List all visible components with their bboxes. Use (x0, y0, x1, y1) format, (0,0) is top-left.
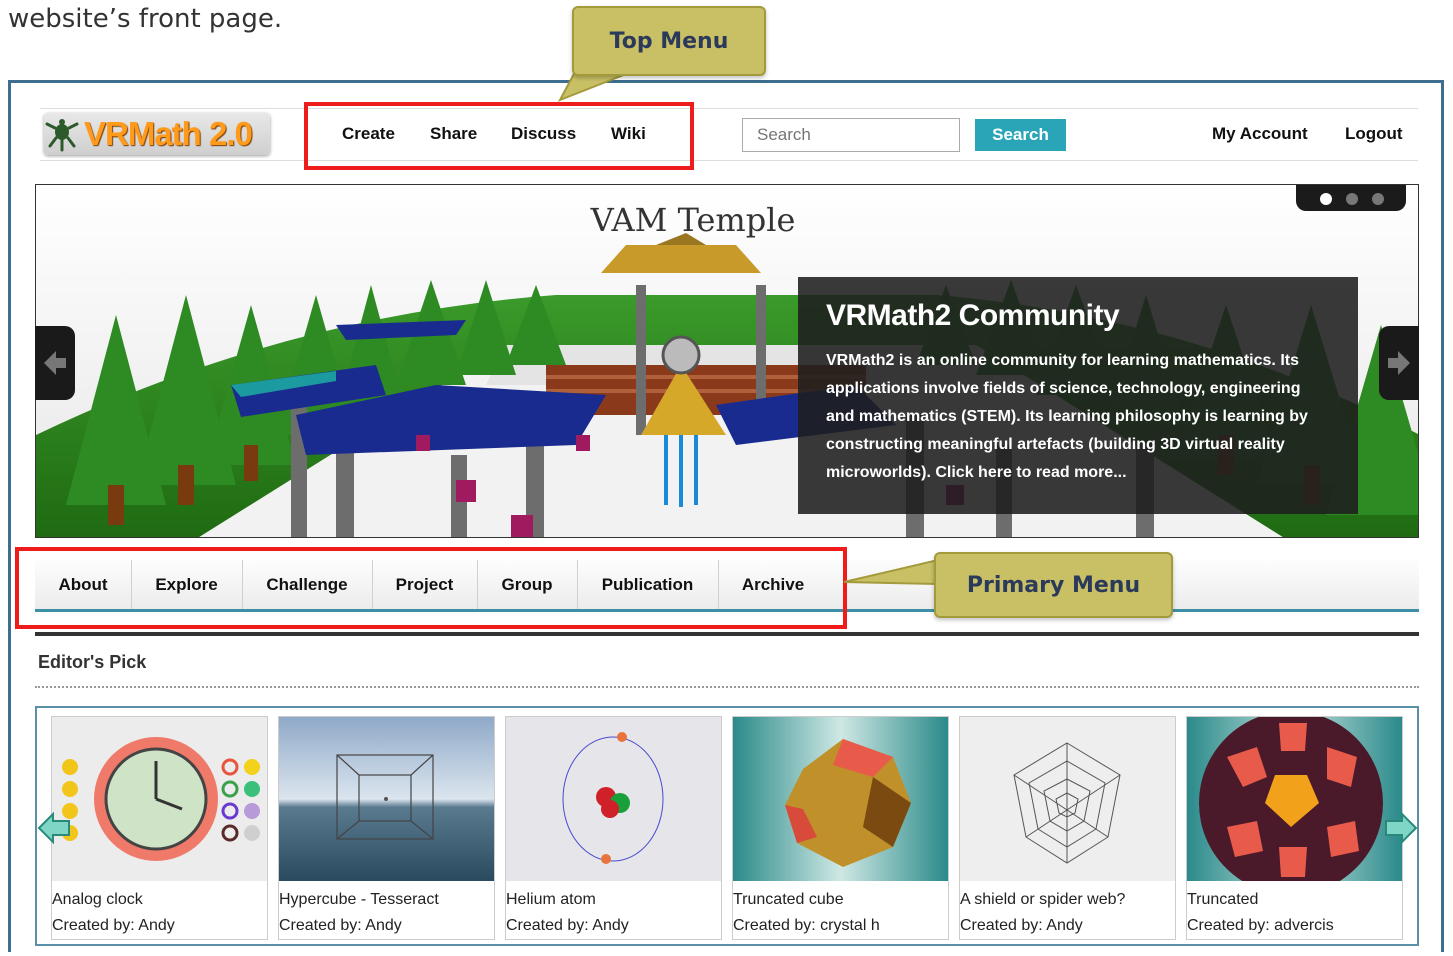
slider-dot-2[interactable] (1346, 193, 1358, 205)
logout-link[interactable]: Logout (1345, 124, 1403, 144)
section-divider (35, 632, 1419, 636)
primary-menu-callout: Primary Menu (934, 552, 1173, 618)
dotted-divider (35, 686, 1419, 688)
top-menu-highlight (304, 102, 694, 170)
hypercube-thumbnail (279, 717, 494, 881)
truncated-thumbnail (1187, 717, 1402, 881)
slider-next-button[interactable] (1379, 326, 1419, 400)
primary-menu-callout-pointer (843, 558, 939, 586)
top-menu-callout: Top Menu (572, 6, 766, 76)
helium-atom-thumbnail (506, 717, 721, 881)
search-button[interactable]: Search (975, 119, 1066, 151)
pick-card-spider-web[interactable]: A shield or spider web? Created by: Andy (959, 716, 1176, 940)
pick-card-analog-clock[interactable]: Analog clock Created by: Andy (51, 716, 268, 940)
card-author: Created by: Andy (960, 917, 1083, 934)
card-title: Analog clock (52, 891, 143, 908)
site-logo[interactable]: VRMath 2.0 (44, 113, 270, 155)
intro-text: website’s front page. (8, 4, 283, 34)
card-title: Hypercube - Tesseract (279, 891, 439, 908)
card-author: Created by: Andy (279, 917, 402, 934)
search-input[interactable] (742, 118, 960, 152)
slider-dot-3[interactable] (1372, 193, 1384, 205)
card-title: Helium atom (506, 891, 596, 908)
card-author: Created by: crystal h (733, 917, 880, 934)
arrow-left-icon (44, 351, 66, 375)
picks-prev-arrow-icon[interactable] (37, 810, 73, 846)
turtle-icon (45, 119, 79, 152)
card-author: Created by: Andy (52, 917, 175, 934)
pick-card-hypercube[interactable]: Hypercube - Tesseract Created by: Andy (278, 716, 495, 940)
pick-card-truncated[interactable]: Truncated Created by: advercis (1186, 716, 1403, 940)
caption-body: VRMath2 is an online community for learn… (826, 352, 1308, 481)
card-author: Created by: Andy (506, 917, 629, 934)
truncated-cube-thumbnail (733, 717, 948, 881)
pick-card-helium-atom[interactable]: Helium atom Created by: Andy (505, 716, 722, 940)
header-bottom-rule (40, 160, 1418, 161)
pick-card-truncated-cube[interactable]: Truncated cube Created by: crystal h (732, 716, 949, 940)
card-author: Created by: advercis (1187, 917, 1334, 934)
card-title: A shield or spider web? (960, 891, 1126, 908)
caption-title: VRMath2 Community (826, 299, 1120, 332)
logo-text: VRMath 2.0 (84, 115, 253, 152)
analog-clock-thumbnail (52, 717, 267, 881)
slider-prev-button[interactable] (35, 326, 75, 400)
primary-menu-highlight (15, 547, 847, 629)
scene-title: VAM Temple (590, 201, 796, 239)
card-title: Truncated (1187, 891, 1259, 908)
my-account-link[interactable]: My Account (1212, 124, 1308, 144)
editors-pick-heading: Editor's Pick (38, 652, 147, 672)
slider-pagination (1296, 185, 1406, 211)
arrow-right-icon (1388, 351, 1410, 375)
slider-dot-1[interactable] (1320, 193, 1332, 205)
card-title: Truncated cube (733, 891, 844, 908)
slider-caption[interactable]: VRMath2 Community VRMath2 is an online c… (798, 277, 1358, 514)
picks-next-arrow-icon[interactable] (1382, 810, 1418, 846)
spider-web-thumbnail (960, 717, 1175, 881)
header-top-rule (40, 108, 1418, 109)
